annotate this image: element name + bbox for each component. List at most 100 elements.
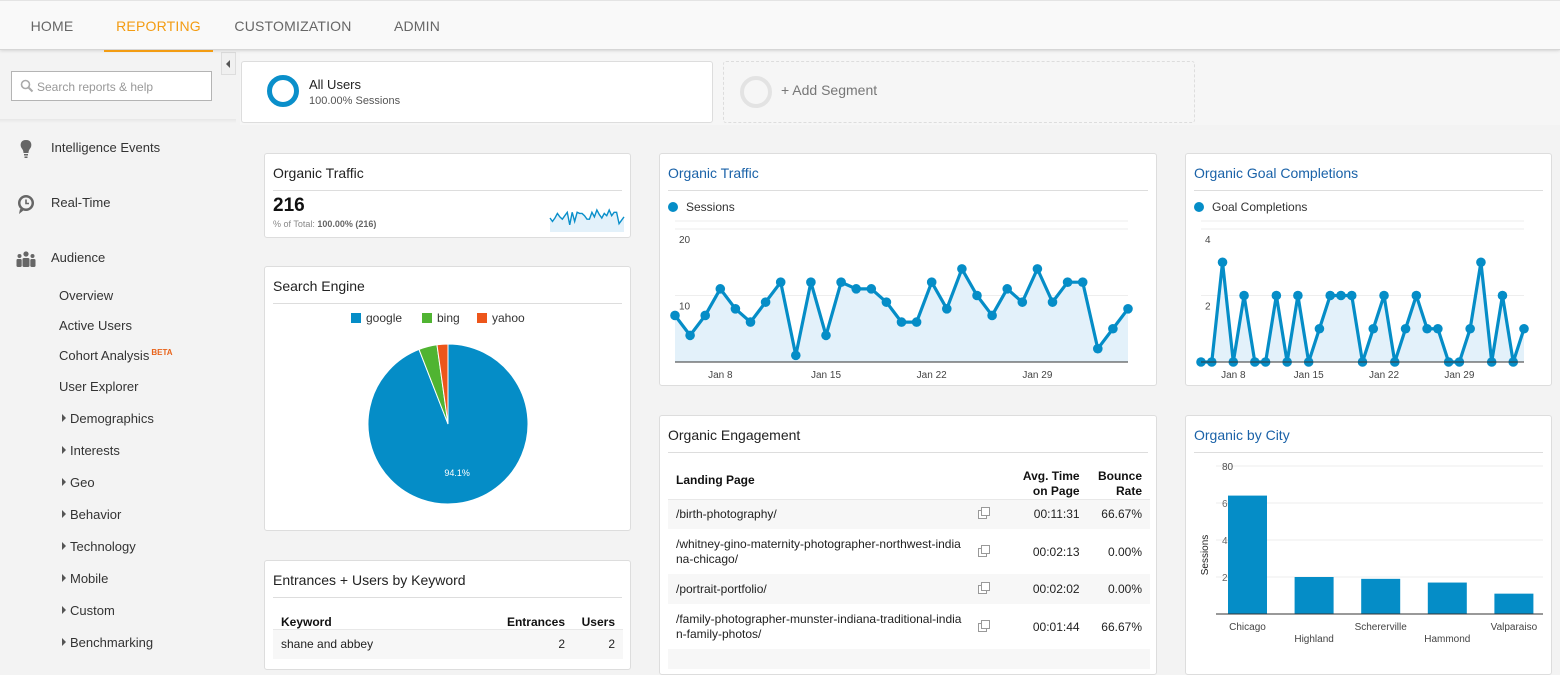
data-point: [1368, 323, 1379, 334]
data-point: [1346, 290, 1357, 301]
sidebar-item-technology[interactable]: Technology: [62, 539, 136, 554]
organic-by-city-card: Organic by City 20 40 60 80 80 Sessions Chicag…: [1185, 415, 1552, 675]
column-header-keyword[interactable]: Keyword: [273, 607, 483, 630]
card-title-link[interactable]: Organic Traffic: [668, 165, 759, 181]
y-tick-label: 20: [679, 235, 691, 246]
sidebar-item-geo[interactable]: Geo: [62, 475, 95, 490]
open-link-cell: [970, 604, 997, 649]
landing-page-cell[interactable]: /family-photographer-munster-indiana-tra…: [668, 604, 970, 649]
sidebar-item-behavior[interactable]: Behavior: [62, 507, 121, 522]
external-link-icon[interactable]: [978, 544, 991, 557]
data-point: [1497, 290, 1508, 301]
data-point: [1271, 290, 1282, 301]
legend-label: bing: [437, 311, 460, 325]
table-row: [668, 649, 1150, 669]
sidebar-item-mobile[interactable]: Mobile: [62, 571, 108, 586]
avg-time-cell: 00:02:13: [1032, 544, 1080, 559]
organic-engagement-card: Organic Engagement Landing Page Avg. Tim…: [659, 415, 1157, 675]
external-link-icon[interactable]: [978, 619, 991, 632]
metric-percent-of-total: % of Total: 100.00% (216): [273, 219, 376, 229]
tab-reporting[interactable]: REPORTING: [104, 1, 213, 52]
column-header-entrances[interactable]: Entrances: [483, 607, 573, 630]
organic-traffic-chart-card: Organic Traffic Sessions 10 20 Jan 8 Jan 15…: [659, 153, 1157, 386]
avg-time-cell: 00:01:44: [1032, 619, 1080, 634]
lightbulb-icon: [20, 140, 32, 158]
sidebar-item-cohort-analysis[interactable]: Cohort Analysis BETA: [59, 348, 173, 363]
sidebar-item-label: Demographics: [70, 411, 154, 426]
data-point: [1325, 290, 1335, 301]
sidebar-item-label: Mobile: [70, 571, 109, 586]
bar-hammond: [1427, 582, 1467, 614]
data-point: [972, 290, 982, 301]
legend-item-google[interactable]: google: [351, 311, 402, 325]
legend-swatch-icon: [477, 313, 487, 323]
keyword-cell[interactable]: shane and abbey: [273, 629, 483, 659]
landing-page-cell[interactable]: /birth-photography/: [668, 499, 970, 529]
data-point: [1465, 323, 1475, 334]
avg-time-cell: 00:11:31: [997, 499, 1088, 529]
search-input[interactable]: Search reports & help: [11, 71, 212, 101]
sidebar-item-interests[interactable]: Interests: [62, 443, 120, 458]
table-row: /whitney-gino-maternity-photographer-nor…: [668, 529, 1150, 574]
column-header-bounce-rate[interactable]: Bounce Rate: [1087, 462, 1150, 500]
sidebar-item-label: Benchmarking: [70, 635, 154, 650]
search-icon: [20, 79, 34, 93]
bounce-rate-cell: 0.00%: [1107, 544, 1142, 559]
area-fill: [1201, 262, 1524, 362]
data-point: [760, 297, 771, 307]
data-point: [1422, 323, 1432, 334]
tab-admin[interactable]: ADMIN: [382, 1, 452, 51]
landing-page-cell[interactable]: /portrait-portfolio/: [668, 574, 970, 604]
legend-item-yahoo[interactable]: yahoo: [477, 311, 525, 325]
organic-traffic-metric-card: Organic Traffic 216 % of Total: 100.00% …: [264, 153, 631, 238]
collapse-sidebar-button[interactable]: [221, 52, 236, 75]
legend-swatch-icon: [422, 313, 432, 323]
data-point: [1314, 323, 1325, 334]
sidebar-item-label: Behavior: [70, 507, 122, 522]
sidebar-item-benchmarking[interactable]: Benchmarking: [62, 635, 153, 650]
x-tick-label: Jan 29: [1022, 370, 1052, 381]
y-tick-label: 2: [1205, 302, 1211, 313]
x-tick-label: Jan 22: [917, 370, 947, 381]
data-point: [851, 284, 861, 294]
y-tick-label: 10: [679, 302, 691, 313]
landing-page-cell[interactable]: /whitney-gino-maternity-photographer-nor…: [668, 529, 970, 574]
top-navigation: HOME REPORTING CUSTOMIZATION ADMIN: [0, 0, 1560, 52]
sidebar-item-custom[interactable]: Custom: [62, 603, 115, 618]
bar-schererville: [1361, 578, 1401, 614]
sidebar-item-label: Intelligence Events: [51, 140, 161, 155]
expand-arrow-icon: [62, 446, 66, 454]
segment-subtitle: 100.00% Sessions: [309, 95, 401, 107]
sidebar-item-demographics[interactable]: Demographics: [62, 411, 154, 426]
legend-label: google: [366, 311, 403, 325]
sidebar-item-real-time[interactable]: Real-Time: [0, 188, 236, 218]
sidebar-item-user-explorer[interactable]: User Explorer: [59, 379, 138, 394]
column-header-users[interactable]: Users: [573, 607, 623, 630]
segment-all-users[interactable]: All Users 100.00% Sessions: [241, 61, 713, 123]
expand-arrow-icon: [62, 510, 66, 518]
search-placeholder: Search reports & help: [37, 80, 154, 94]
expand-arrow-icon: [62, 414, 66, 422]
sidebar-item-intelligence-events[interactable]: Intelligence Events: [0, 133, 236, 163]
card-title-link[interactable]: Organic by City: [1194, 427, 1290, 443]
legend-item-bing[interactable]: bing: [422, 311, 460, 325]
data-point: [1476, 257, 1486, 268]
card-title-link[interactable]: Organic Goal Completions: [1194, 165, 1358, 181]
metric-value: 216: [273, 195, 305, 216]
x-tick-label: Jan 22: [1369, 370, 1399, 381]
tab-customization[interactable]: CUSTOMIZATION: [230, 1, 356, 51]
external-link-icon[interactable]: [978, 582, 991, 594]
sidebar-item-active-users[interactable]: Active Users: [59, 318, 132, 333]
data-point: [715, 284, 726, 294]
column-header-landing-page[interactable]: Landing Page: [668, 462, 970, 500]
external-link-icon[interactable]: [978, 507, 991, 520]
data-point: [836, 277, 846, 287]
sidebar-item-audience[interactable]: Audience: [0, 243, 236, 273]
add-segment-button[interactable]: + Add Segment: [723, 61, 1195, 123]
tab-home[interactable]: HOME: [18, 1, 86, 51]
card-title: Organic Engagement: [668, 427, 801, 443]
segment-title: All Users: [309, 77, 362, 92]
column-header-avg-time[interactable]: Avg. Time on Page: [997, 462, 1088, 500]
table-row: /birth-photography/ 00:11:31 66.67%: [668, 499, 1150, 529]
sidebar-item-overview[interactable]: Overview: [59, 288, 113, 303]
